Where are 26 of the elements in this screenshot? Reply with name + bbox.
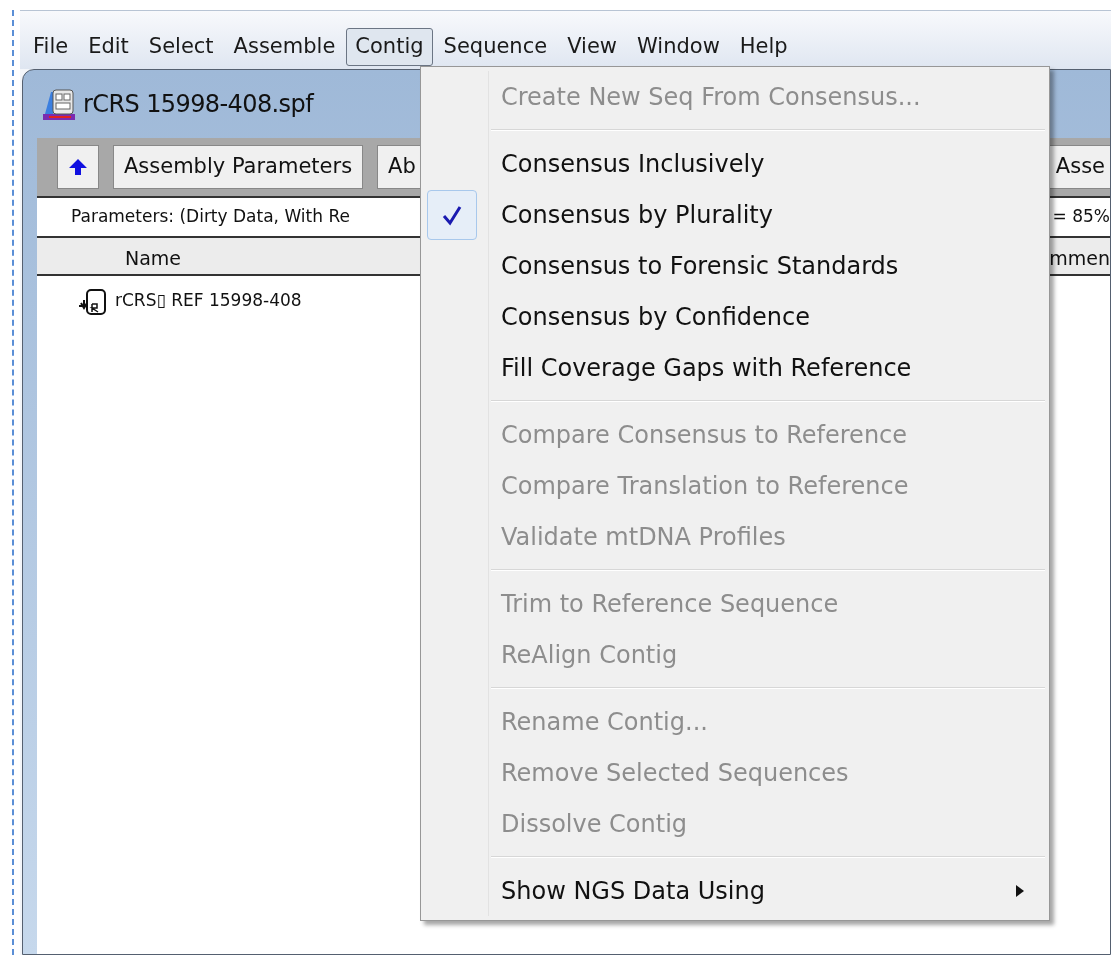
column-heading: Name [125,245,182,271]
tree-item[interactable]: rCRS▯ REF 15998-408 [115,288,302,314]
menu-item[interactable]: Consensus by Confidence [421,291,1049,342]
menu-item[interactable]: File [24,28,78,66]
menu-item[interactable]: Fill Coverage Gaps with Reference [421,342,1049,393]
menu-item[interactable]: Contig [346,28,433,66]
menu-item[interactable]: Consensus to Forensic Standards [421,240,1049,291]
parameters-text: Parameters: (Dirty Data, With Re [71,205,350,229]
up-button[interactable] [57,145,99,189]
menu-item[interactable]: Help [730,28,797,66]
reference-sequence-icon [77,286,107,316]
toolbar-button[interactable]: Asse [1048,145,1110,189]
menu-item[interactable]: Assemble [224,28,345,66]
up-arrow-icon [68,158,88,176]
menu-item[interactable]: Sequence [434,28,557,66]
window-title: rCRS 15998-408.spf [83,89,313,120]
menu-item[interactable]: Consensus by Plurality [421,189,1049,240]
menu-item[interactable]: Select [139,28,223,66]
menu-item[interactable]: Edit [79,28,138,66]
menu-item[interactable]: View [558,28,626,66]
document-icon [41,86,77,122]
menu-item[interactable]: Window [628,28,729,66]
toolbar-button[interactable]: Assembly Parameters [113,145,364,189]
menu-item[interactable]: Show NGS Data Using [421,865,1049,916]
parameters-text: = 85% [1052,205,1110,229]
column-heading: mmen [1049,245,1110,271]
